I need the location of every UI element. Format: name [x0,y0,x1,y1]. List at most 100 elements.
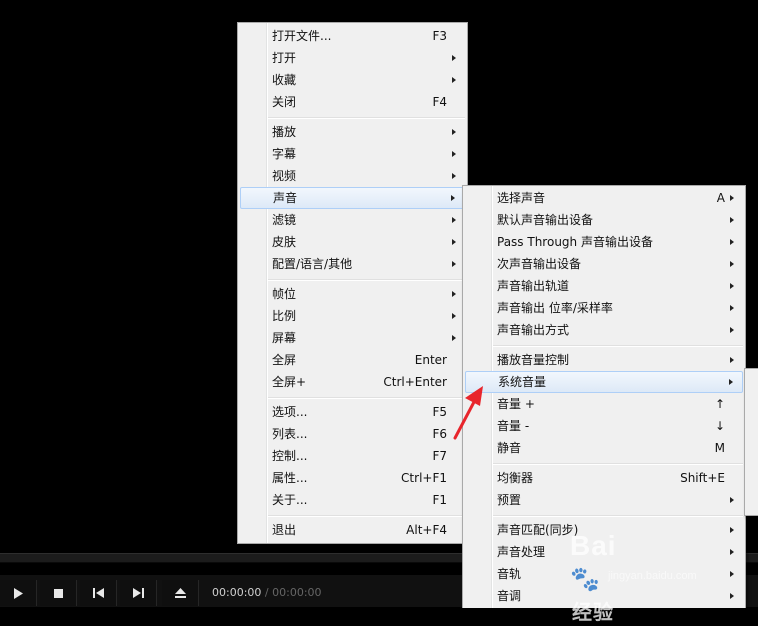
menu-item-label: 打开 [272,51,297,65]
menu-item-label: 全屏+ [272,375,307,389]
submenu-item-output-mode[interactable]: 声音输出方式 [465,319,743,341]
menu-item-label: 音量 + [497,397,535,411]
submenu-arrow-icon [452,261,456,267]
menu-item-close[interactable]: 关闭 F4 [240,91,465,113]
submenu-arrow-icon [451,195,455,201]
menu-item-frame[interactable]: 帧位 [240,283,465,305]
submenu-item-select-sound[interactable]: 选择声音 A [465,187,743,209]
submenu-item-pass-through[interactable]: Pass Through 声音输出设备 [465,231,743,253]
menu-item-screen[interactable]: 屏幕 [240,327,465,349]
system-volume-submenu-edge [744,368,758,516]
menu-item-label: 选项... [272,405,308,419]
menu-separator [268,117,465,119]
menu-item-exit[interactable]: 退出 Alt+F4 [240,519,465,541]
menu-item-skin[interactable]: 皮肤 [240,231,465,253]
submenu-item-volume-up[interactable]: 音量 + ↑ [465,393,743,415]
submenu-arrow-icon [730,239,734,245]
menu-item-play[interactable]: 播放 [240,121,465,143]
menu-item-label: 播放音量控制 [497,353,570,367]
submenu-arrow-icon [452,291,456,297]
submenu-arrow-icon [452,239,456,245]
menu-item-label: 次声音输出设备 [497,257,582,271]
submenu-arrow-icon [452,173,456,179]
menu-item-sound[interactable]: 声音 [240,187,465,209]
time-separator: / [264,586,269,599]
menu-item-label: 选择声音 [497,191,546,205]
menu-item-label: 声音匹配(同步) [497,523,579,537]
menu-item-label: 帧位 [272,287,297,301]
previous-button[interactable] [80,580,117,606]
submenu-item-presets[interactable]: 预置 [465,489,743,511]
menu-item-label: 音量 - [497,419,530,433]
menu-item-about[interactable]: 关于... F1 [240,489,465,511]
menu-item-open-file[interactable]: 打开文件... F3 [240,25,465,47]
menu-item-properties[interactable]: 属性... Ctrl+F1 [240,467,465,489]
menu-item-label: 系统音量 [498,375,547,389]
menu-item-shortcut: Alt+F4 [406,523,447,537]
menu-separator [268,279,465,281]
menu-item-options[interactable]: 选项... F5 [240,401,465,423]
menu-item-playlist[interactable]: 列表... F6 [240,423,465,445]
menu-item-shortcut: Shift+E [680,471,725,485]
next-button[interactable] [120,580,157,606]
menu-item-label: 视频 [272,169,297,183]
stop-icon [53,588,63,598]
menu-item-config[interactable]: 配置/语言/其他 [240,253,465,275]
submenu-item-bitrate[interactable]: 声音输出 位率/采样率 [465,297,743,319]
menu-item-shortcut: ↓ [714,419,725,433]
submenu-arrow-icon [452,55,456,61]
menu-item-fullscreen[interactable]: 全屏 Enter [240,349,465,371]
play-button[interactable] [0,580,37,606]
menu-item-filters[interactable]: 滤镜 [240,209,465,231]
menu-item-video[interactable]: 视频 [240,165,465,187]
menu-item-shortcut: Ctrl+F1 [401,471,447,485]
submenu-item-mute[interactable]: 静音 M [465,437,743,459]
submenu-item-default-output[interactable]: 默认声音输出设备 [465,209,743,231]
menu-item-label: 关闭 [272,95,297,109]
menu-item-label: 预置 [497,493,522,507]
menu-item-label: 音轨 [497,567,522,581]
menu-separator [493,463,743,465]
submenu-arrow-icon [730,593,734,599]
submenu-item-system-volume[interactable]: 系统音量 [465,371,743,393]
stop-button[interactable] [40,580,77,606]
menu-item-favorites[interactable]: 收藏 [240,69,465,91]
menu-item-label: 属性... [272,471,308,485]
menu-item-shortcut: M [714,441,725,455]
menu-separator [493,345,743,347]
submenu-arrow-icon [730,327,734,333]
eject-icon [174,588,186,598]
submenu-arrow-icon [730,283,734,289]
menu-item-label: 播放 [272,125,297,139]
menu-item-label: 控制... [272,449,308,463]
menu-item-label: 列表... [272,427,308,441]
menu-item-open[interactable]: 打开 [240,47,465,69]
watermark-subtext: jingyan.baidu.com [608,570,697,582]
menu-item-ratio[interactable]: 比例 [240,305,465,327]
menu-item-subtitles[interactable]: 字幕 [240,143,465,165]
submenu-item-output-track[interactable]: 声音输出轨道 [465,275,743,297]
submenu-arrow-icon [452,313,456,319]
menu-item-shortcut: F4 [432,95,447,109]
menu-item-fullscreen-plus[interactable]: 全屏+ Ctrl+Enter [240,371,465,393]
submenu-arrow-icon [452,129,456,135]
submenu-arrow-icon [730,549,734,555]
submenu-item-volume-down[interactable]: 音量 - ↓ [465,415,743,437]
menu-item-label: 音调 [497,589,522,603]
total-time: 00:00:00 [272,586,322,599]
submenu-arrow-icon [730,571,734,577]
submenu-arrow-icon [452,151,456,157]
menu-item-control[interactable]: 控制... F7 [240,445,465,467]
menu-item-label: 声音处理 [497,545,546,559]
menu-item-label: 收藏 [272,73,297,87]
menu-item-label: 声音输出轨道 [497,279,570,293]
submenu-item-equalizer[interactable]: 均衡器 Shift+E [465,467,743,489]
menu-item-label: 声音 [273,191,298,205]
menu-item-shortcut: Ctrl+Enter [383,375,447,389]
eject-button[interactable] [162,580,199,606]
menu-item-label: 滤镜 [272,213,297,227]
menu-item-label: 比例 [272,309,297,323]
submenu-item-secondary-output[interactable]: 次声音输出设备 [465,253,743,275]
submenu-item-volume-control[interactable]: 播放音量控制 [465,349,743,371]
menu-item-label: 屏幕 [272,331,297,345]
